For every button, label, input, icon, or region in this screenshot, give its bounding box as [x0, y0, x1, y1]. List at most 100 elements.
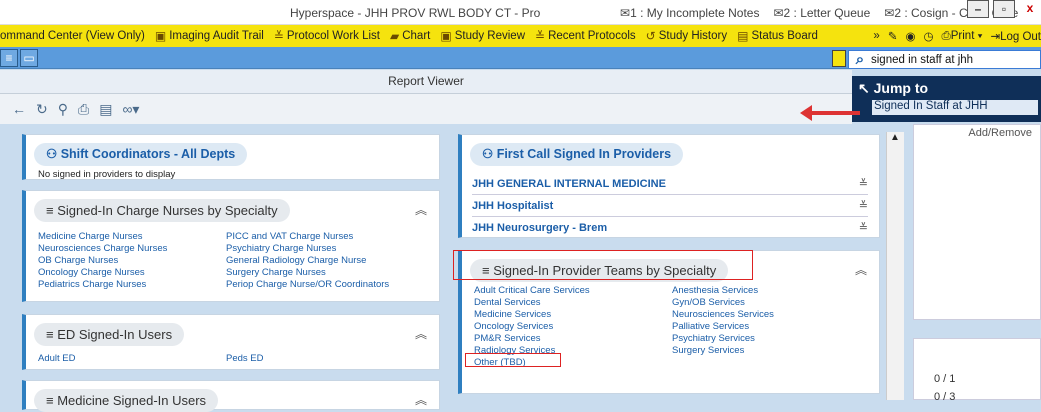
annotation-arrow: [800, 105, 860, 121]
link-team[interactable]: Medicine Services: [474, 309, 551, 320]
highlight-box: [465, 353, 561, 367]
copy-icon[interactable]: ▤: [99, 101, 112, 118]
window-icon[interactable]: ▭: [20, 49, 38, 67]
toolbar-command-center[interactable]: ommand Center (View Only): [0, 30, 145, 42]
list-item[interactable]: JHH Hospitalist ≚: [472, 197, 868, 217]
link-team[interactable]: Adult Critical Care Services: [474, 285, 590, 296]
collapse-icon[interactable]: ︽: [415, 201, 427, 218]
card-title: ≡ Medicine Signed-In Users: [34, 389, 219, 412]
link-charge[interactable]: Medicine Charge Nurses: [38, 231, 143, 242]
card-charge-nurses: ≡ Signed-In Charge Nurses by Specialty ︽…: [22, 190, 440, 302]
link-team[interactable]: Dental Services: [474, 297, 541, 308]
link-team[interactable]: Oncology Services: [474, 321, 553, 332]
link-team[interactable]: Surgery Services: [672, 345, 744, 356]
msg-incomplete-notes[interactable]: ✉1 : My Incomplete Notes: [620, 6, 759, 20]
more-icon[interactable]: »: [873, 30, 879, 42]
link-team[interactable]: Psychiatry Services: [672, 333, 755, 344]
refresh-icon[interactable]: ↻: [36, 101, 48, 118]
report-content: ⚇ Shift Coordinators - All Depts No sign…: [0, 124, 905, 412]
card-title: ⚇ Shift Coordinators - All Depts: [34, 143, 248, 166]
window-title: Hyperspace - JHH PROV RWL BODY CT - Pro: [290, 6, 541, 20]
logout-button[interactable]: ⇥Log Out: [990, 29, 1041, 43]
protocol-icon: ≚: [535, 29, 546, 43]
collapse-icon[interactable]: ︽: [415, 325, 427, 342]
jump-to-dropdown: ↖ Jump to Signed In Staff at JHH: [852, 76, 1041, 122]
link-charge[interactable]: PICC and VAT Charge Nurses: [226, 231, 353, 242]
menu-icon[interactable]: ≡: [0, 49, 18, 67]
toolbar-status-board[interactable]: ▤ Status Board: [737, 29, 818, 43]
minimize-button[interactable]: –: [967, 0, 989, 18]
link-charge[interactable]: Neurosciences Charge Nurses: [38, 243, 167, 254]
panel-box: Add/Remove: [913, 124, 1041, 320]
protocol-icon: ≚: [273, 29, 284, 43]
card-title: ≡ ED Signed-In Users: [34, 323, 185, 346]
jump-to-item[interactable]: Signed In Staff at JHH: [872, 100, 1038, 115]
link-peds-ed[interactable]: Peds ED: [226, 353, 264, 364]
link-team[interactable]: Gyn/OB Services: [672, 297, 745, 308]
link-charge[interactable]: Surgery Charge Nurses: [226, 267, 326, 278]
title-bar: Hyperspace - JHH PROV RWL BODY CT - Pro …: [0, 0, 1041, 25]
toolbar-study-review[interactable]: ▣ Study Review: [440, 29, 525, 43]
search-box[interactable]: ⌕ signed in staff at jhh: [848, 50, 1041, 69]
add-remove-link[interactable]: Add/Remove: [968, 127, 1032, 139]
link-adult-ed[interactable]: Adult ED: [38, 353, 76, 364]
card-shift-coordinators: ⚇ Shift Coordinators - All Depts No sign…: [22, 134, 440, 180]
chevron-down-icon[interactable]: ≚: [859, 175, 868, 193]
back-icon[interactable]: ←: [12, 101, 26, 117]
scrollbar[interactable]: ▲: [886, 132, 904, 400]
link-icon[interactable]: ∞▾: [122, 101, 139, 118]
link-team[interactable]: Palliative Services: [672, 321, 749, 332]
list-item[interactable]: JHH Neurosurgery - Brem ≚: [472, 219, 868, 239]
main-toolbar: ommand Center (View Only) ▣ Imaging Audit…: [0, 25, 1041, 47]
card-ed-users: ≡ ED Signed-In Users ︽ Adult ED Peds ED: [22, 314, 440, 370]
panel-box: 0 / 1 0 / 3: [913, 338, 1041, 403]
link-charge[interactable]: Periop Charge Nurse/OR Coordinators: [226, 279, 389, 290]
empty-message: No signed in providers to display: [38, 169, 176, 180]
link-charge[interactable]: General Radiology Charge Nurse: [226, 255, 366, 266]
list-item[interactable]: JHH GENERAL INTERNAL MEDICINE ≚: [472, 175, 868, 195]
audit-icon: ▣: [154, 29, 167, 43]
msg-letter-queue[interactable]: ✉2 : Letter Queue: [773, 6, 870, 20]
toolbar-protocol-worklist[interactable]: ≚ Protocol Work List: [274, 29, 380, 43]
pb-badge: [832, 50, 846, 67]
report-viewer-toolbar: ← ↻ ⚲ ⎙ ▤ ∞▾: [0, 94, 852, 124]
report-viewer-header: Report Viewer: [0, 70, 852, 94]
count-2: 0 / 3: [934, 391, 956, 403]
highlight-box: [453, 250, 753, 280]
card-title: ⚇ First Call Signed In Providers: [470, 143, 684, 166]
tool-icon[interactable]: ✎: [888, 29, 898, 43]
link-charge[interactable]: Oncology Charge Nurses: [38, 267, 145, 278]
toolbar-study-history[interactable]: ↺ Study History: [646, 29, 727, 43]
print-icon[interactable]: ⎙: [78, 101, 89, 118]
count-1: 0 / 1: [934, 373, 956, 385]
binoculars-icon[interactable]: ⚲: [58, 101, 68, 118]
close-icon[interactable]: x: [1019, 0, 1041, 18]
toolbar-recent-protocols[interactable]: ≚ Recent Protocols: [535, 29, 636, 43]
collapse-icon[interactable]: ︽: [855, 261, 867, 278]
toolbar-chart[interactable]: ▰ Chart: [390, 29, 430, 43]
review-icon: ▣: [440, 29, 452, 43]
link-team[interactable]: Anesthesia Services: [672, 285, 758, 296]
jump-to-header: ↖ Jump to: [858, 80, 929, 96]
link-charge[interactable]: Pediatrics Charge Nurses: [38, 279, 146, 290]
folder-icon: ▰: [390, 29, 400, 43]
link-charge[interactable]: Psychiatry Charge Nurses: [226, 243, 336, 254]
chevron-down-icon[interactable]: ≚: [859, 219, 868, 237]
print-button[interactable]: ⎙Print ▾: [942, 30, 983, 43]
card-medicine-users: ≡ Medicine Signed-In Users ︽: [22, 380, 440, 412]
card-first-call: ⚇ First Call Signed In Providers JHH GEN…: [458, 134, 880, 238]
clock-icon[interactable]: ◷: [924, 29, 934, 43]
restore-button[interactable]: ▫: [993, 0, 1015, 18]
history-icon: ↺: [645, 29, 656, 43]
chevron-down-icon[interactable]: ≚: [859, 197, 868, 215]
scroll-up-icon[interactable]: ▲: [887, 132, 903, 148]
link-team[interactable]: PM&R Services: [474, 333, 541, 344]
search-icon: ⌕: [855, 51, 865, 68]
toolbar-imaging-audit[interactable]: ▣ Imaging Audit Trail: [155, 29, 264, 43]
link-team[interactable]: Neurosciences Services: [672, 309, 774, 320]
board-icon: ▤: [737, 29, 749, 43]
card-title: ≡ Signed-In Charge Nurses by Specialty: [34, 199, 290, 222]
globe-icon[interactable]: ◉: [905, 29, 915, 43]
search-input[interactable]: signed in staff at jhh: [871, 54, 973, 66]
link-charge[interactable]: OB Charge Nurses: [38, 255, 118, 266]
